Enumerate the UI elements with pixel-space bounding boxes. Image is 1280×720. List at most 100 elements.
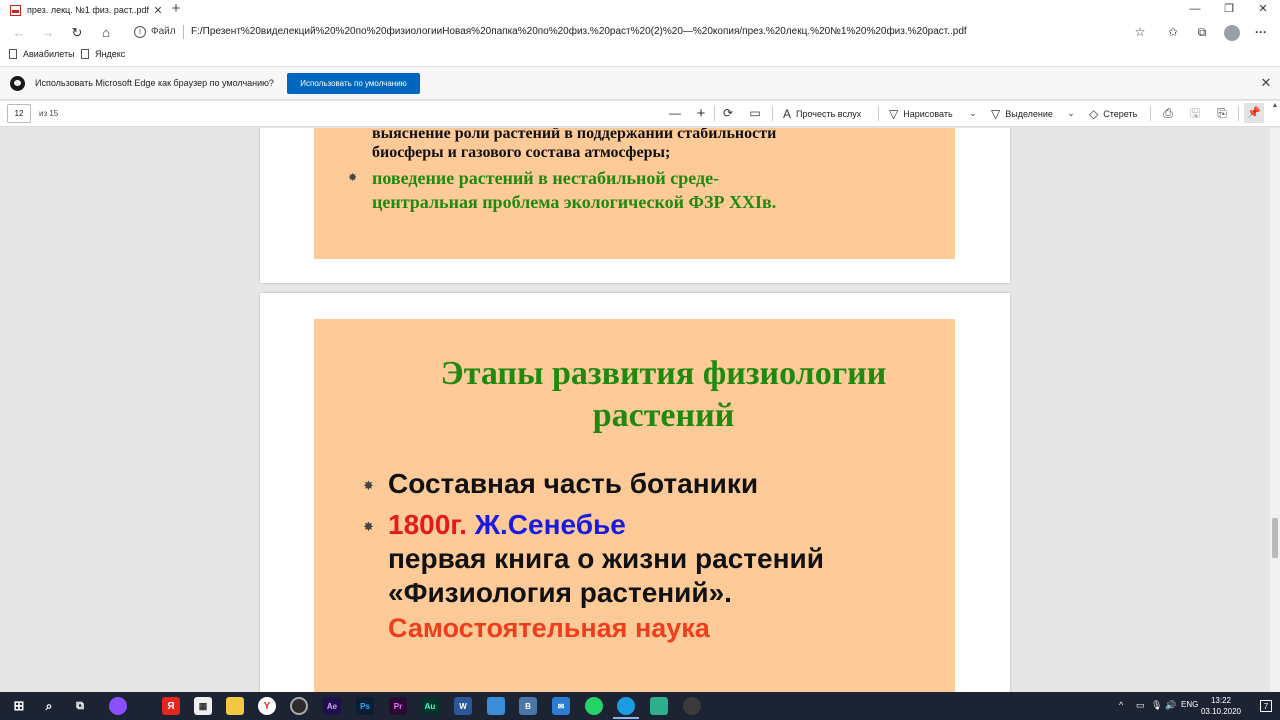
edge-taskbar-icon[interactable]: [617, 697, 635, 715]
favorite-label: Яндекс: [95, 49, 126, 59]
clock-date: 03.10.2020: [1200, 707, 1242, 716]
language-indicator[interactable]: ENG: [1181, 700, 1198, 709]
notifications-icon[interactable]: 7: [1260, 700, 1272, 712]
slide-title-line2: растений: [592, 397, 735, 434]
read-aloud-icon: A: [783, 106, 792, 121]
microphone-icon[interactable]: 🎙: [1151, 700, 1162, 711]
pdf-file-icon: [10, 4, 21, 16]
page-number-input[interactable]: 12: [7, 104, 31, 123]
zoom-out-icon[interactable]: —: [666, 104, 684, 123]
favorite-item-aviabilety[interactable]: Авиабилеты: [9, 49, 75, 59]
favorite-star-icon[interactable]: ☆: [1131, 24, 1149, 42]
mail-icon[interactable]: ✉: [552, 697, 570, 715]
bullet-text-book: первая книга о жизни растений: [388, 543, 824, 574]
slide-text-line: биосферы и газового состава атмосферы;: [372, 144, 671, 161]
address-divider: [183, 25, 184, 39]
volume-icon[interactable]: 🔊: [1165, 700, 1176, 711]
bullet-text-title: «Физиология растений».: [388, 577, 732, 608]
rotate-icon[interactable]: ⟳: [719, 104, 737, 123]
infobar-message: Использовать Microsoft Edge как браузер …: [35, 78, 274, 88]
minimize-button[interactable]: —: [1178, 0, 1212, 20]
address-bar: ← → ↻ ⌂ i Файл F:/Презент%20виделекций%2…: [0, 20, 1280, 45]
vertical-scrollbar[interactable]: [1270, 128, 1280, 692]
slide-bullet-text: центральная проблема экологической ФЗР X…: [372, 192, 777, 212]
new-tab-button[interactable]: +: [168, 1, 184, 17]
word-icon[interactable]: W: [454, 697, 472, 715]
pdf-viewport[interactable]: выяснение роли растений в поддержании ст…: [0, 128, 1270, 692]
page-icon: [81, 49, 89, 59]
slide-title-line1: Этапы развития физиологии: [440, 355, 887, 392]
pin-toolbar-icon[interactable]: 📌: [1244, 103, 1264, 123]
whatsapp-icon[interactable]: [585, 697, 603, 715]
bullet-star-icon: ✸: [363, 478, 374, 493]
photoshop-icon[interactable]: Ps: [356, 697, 374, 715]
set-default-button[interactable]: Использовать по умолчанию: [287, 73, 420, 94]
file-scheme-label: Файл: [151, 26, 176, 37]
premiere-icon[interactable]: Pr: [389, 697, 407, 715]
erase-button[interactable]: ◇ Стереть: [1089, 104, 1137, 123]
favorites-list-icon[interactable]: ✩: [1164, 24, 1182, 42]
fit-page-icon[interactable]: ▭: [746, 104, 764, 123]
eraser-icon: ◇: [1089, 106, 1099, 121]
slide-text-line: выяснение роли растений в поддержании ст…: [372, 128, 777, 142]
back-arrow-icon[interactable]: ←: [10, 24, 28, 42]
infobar-close-icon[interactable]: ✕: [1259, 74, 1273, 92]
highlight-button[interactable]: ▽ Выделение: [991, 104, 1053, 123]
obs-icon[interactable]: [290, 697, 308, 715]
file-explorer-icon[interactable]: [226, 697, 244, 715]
favorite-item-yandex[interactable]: Яндекс: [81, 49, 125, 59]
favorite-label: Авиабилеты: [23, 49, 75, 59]
alice-icon[interactable]: [109, 697, 127, 715]
pdf-toolbar: [0, 101, 1280, 127]
toolbar-divider: [772, 106, 773, 121]
xbox-icon[interactable]: [683, 697, 701, 715]
print-icon[interactable]: ⎙: [1159, 104, 1177, 123]
taskbar-clock[interactable]: 13:22 03.10.2020: [1198, 695, 1244, 717]
browser-tab[interactable]: през. лекц. №1 физ. раст..pdf ✕: [0, 0, 166, 20]
audition-icon[interactable]: Au: [421, 697, 439, 715]
address-input[interactable]: F:/Презент%20виделекций%20%20по%20физиол…: [191, 26, 967, 37]
collections-icon[interactable]: ⧉: [1193, 24, 1211, 42]
save-as-icon[interactable]: ⎘: [1213, 104, 1231, 123]
save-icon[interactable]: 🖫: [1186, 104, 1204, 123]
scrollbar-thumb[interactable]: [1272, 518, 1278, 558]
pdf-page-12: Этапы развития физиологии растений ✸ Сос…: [260, 293, 1010, 692]
vk-icon[interactable]: В: [519, 697, 537, 715]
search-icon[interactable]: ⌕: [40, 697, 58, 715]
bullet-star-icon: ✸: [348, 172, 358, 184]
forward-arrow-icon[interactable]: →: [39, 24, 57, 42]
task-view-icon[interactable]: ⧉: [71, 697, 89, 715]
tray-overflow-icon[interactable]: ^: [1119, 700, 1123, 710]
windows-start-icon[interactable]: ⊞: [10, 697, 28, 715]
home-icon[interactable]: ⌂: [97, 24, 115, 42]
after-effects-icon[interactable]: Ae: [323, 697, 341, 715]
draw-button[interactable]: ▽ Нарисовать: [889, 104, 953, 123]
draw-icon: ▽: [889, 106, 899, 121]
page-total-label: из 15: [39, 109, 59, 118]
close-window-button[interactable]: ✕: [1246, 0, 1280, 20]
pdf-page-11: выяснение роли растений в поддержании ст…: [260, 128, 1010, 283]
toolbar-divider: [714, 106, 715, 121]
zoom-in-icon[interactable]: +: [692, 104, 710, 123]
slide-background: выяснение роли растений в поддержании ст…: [314, 128, 955, 259]
network-icon[interactable]: ▭: [1136, 700, 1145, 711]
scroll-up-arrow-icon[interactable]: ▲: [1271, 102, 1279, 112]
tab-bar: през. лекц. №1 физ. раст..pdf ✕ + — ❐ ✕: [0, 0, 1280, 20]
yandex-browser-icon[interactable]: Y: [258, 697, 276, 715]
author-text: Ж.Сенебье: [474, 509, 626, 540]
profile-avatar[interactable]: [1224, 25, 1240, 41]
chat-icon[interactable]: [650, 697, 668, 715]
site-info-icon[interactable]: i: [134, 26, 146, 38]
store-icon[interactable]: ▦: [194, 697, 212, 715]
tab-close-icon[interactable]: ✕: [150, 4, 166, 17]
yandex-icon[interactable]: Я: [162, 697, 180, 715]
highlight-chevron-down-icon[interactable]: ⌄: [1062, 104, 1080, 123]
highlight-icon: ▽: [991, 106, 1001, 121]
read-aloud-button[interactable]: A Прочесть вслух: [783, 104, 861, 123]
toolbar-divider: [1150, 106, 1151, 121]
more-menu-icon[interactable]: ···: [1252, 24, 1270, 42]
refresh-icon[interactable]: ↻: [68, 24, 86, 42]
media-icon[interactable]: [487, 697, 505, 715]
draw-chevron-down-icon[interactable]: ⌄: [964, 104, 982, 123]
maximize-button[interactable]: ❐: [1212, 0, 1246, 20]
